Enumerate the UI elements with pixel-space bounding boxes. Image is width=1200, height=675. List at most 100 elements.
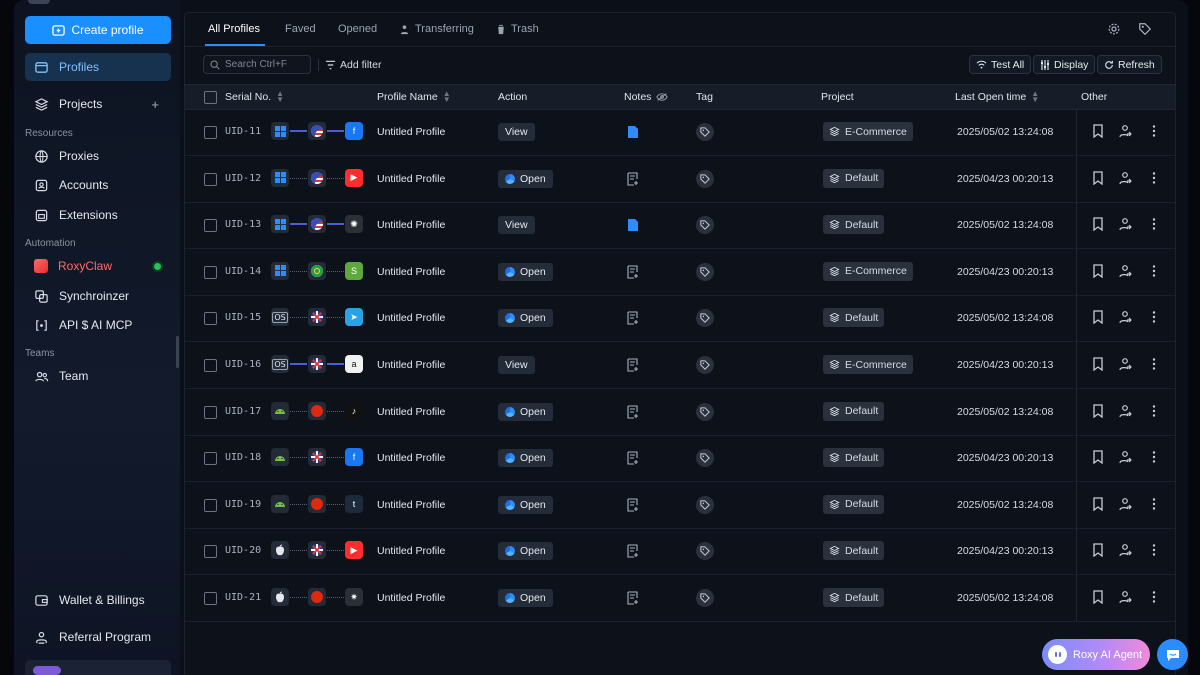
open-button[interactable]: Open: [498, 169, 553, 188]
add-note-icon[interactable]: [627, 265, 639, 279]
bookmark-icon[interactable]: [1091, 357, 1105, 371]
add-note-icon[interactable]: [627, 451, 639, 465]
table-row[interactable]: UID-12 ▶ Untitled Profile Open Default 2025/0…: [185, 155, 1175, 203]
column-last-open[interactable]: Last Open time ▲ ▼: [955, 90, 1039, 104]
open-button[interactable]: Open: [498, 589, 553, 607]
row-checkbox[interactable]: [204, 592, 217, 605]
tag-icon[interactable]: [696, 309, 714, 328]
project-badge[interactable]: E-Commerce: [823, 122, 913, 141]
sidebar-item-roxyclaw[interactable]: RoxyClaw: [25, 252, 171, 280]
note-filled-icon[interactable]: [627, 125, 639, 139]
bookmark-icon[interactable]: [1091, 403, 1105, 418]
transfer-user-icon[interactable]: [1119, 497, 1133, 511]
select-all-checkbox[interactable]: [204, 91, 217, 104]
open-button[interactable]: Open: [498, 262, 553, 281]
add-project-icon[interactable]: +: [151, 97, 159, 112]
profile-name[interactable]: Untitled Profile: [377, 126, 445, 138]
tag-icon[interactable]: [696, 449, 714, 468]
more-options-icon[interactable]: [1147, 590, 1161, 604]
profile-name[interactable]: Untitled Profile: [377, 545, 445, 557]
project-badge[interactable]: E-Commerce: [823, 261, 913, 281]
transfer-user-icon[interactable]: [1119, 543, 1133, 557]
tab-trash[interactable]: Trash: [496, 23, 539, 35]
transfer-user-icon[interactable]: [1119, 264, 1133, 278]
row-checkbox[interactable]: [204, 545, 217, 559]
transfer-user-icon[interactable]: [1119, 357, 1133, 371]
tab-faved[interactable]: Faved: [285, 23, 316, 35]
sidebar-item-referral[interactable]: Referral Program: [25, 623, 171, 651]
transfer-user-icon[interactable]: [1119, 171, 1133, 185]
table-row[interactable]: UID-21 ✷ Untitled Profile Open Default 2025/0…: [185, 575, 1175, 622]
add-note-icon[interactable]: [627, 172, 639, 186]
sidebar-item-api[interactable]: API $ AI MCP: [25, 311, 171, 339]
bookmark-icon[interactable]: [1091, 310, 1105, 325]
tag-icon[interactable]: [696, 169, 714, 188]
more-options-icon[interactable]: [1147, 264, 1161, 278]
tab-opened[interactable]: Opened: [338, 23, 377, 35]
tab-all-profiles[interactable]: All Profiles: [208, 23, 260, 35]
project-badge[interactable]: Default: [823, 308, 885, 328]
bookmark-icon[interactable]: [1091, 543, 1105, 558]
transfer-user-icon[interactable]: [1119, 124, 1133, 138]
more-options-icon[interactable]: [1147, 310, 1161, 324]
search-input[interactable]: Search Ctrl+F: [203, 55, 311, 74]
project-badge[interactable]: E-Commerce: [823, 355, 913, 374]
tab-transferring[interactable]: Transferring: [399, 23, 474, 35]
sidebar-item-projects[interactable]: Projects +: [25, 90, 171, 118]
open-button[interactable]: Open: [498, 449, 553, 468]
transfer-user-icon[interactable]: [1119, 404, 1133, 418]
open-button[interactable]: Open: [498, 309, 553, 328]
create-profile-button[interactable]: Create profile: [25, 16, 171, 44]
profile-name[interactable]: Untitled Profile: [377, 406, 445, 418]
chat-support-button[interactable]: [1157, 639, 1188, 670]
sidebar-item-profiles[interactable]: Profiles: [25, 53, 171, 81]
tag-settings-icon[interactable]: [1138, 22, 1152, 36]
tag-icon[interactable]: [696, 356, 714, 374]
sort-icon[interactable]: ▲ ▼: [443, 90, 451, 104]
sort-icon[interactable]: ▲ ▼: [1031, 90, 1039, 104]
tag-icon[interactable]: [696, 216, 714, 235]
project-badge[interactable]: Default: [823, 448, 885, 468]
bookmark-icon[interactable]: [1091, 124, 1105, 138]
more-options-icon[interactable]: [1147, 171, 1161, 185]
table-row[interactable]: UID-16 OS a Untitled Profile View E-Commerce 2…: [185, 342, 1175, 389]
sort-icon[interactable]: ▲ ▼: [276, 90, 284, 104]
sidebar-scrollbar[interactable]: [176, 336, 179, 368]
more-options-icon[interactable]: [1147, 124, 1161, 138]
sidebar-item-proxies[interactable]: Proxies: [25, 142, 171, 170]
table-row[interactable]: UID-18 f Untitled Profile Open Default 2025/0…: [185, 435, 1175, 483]
row-checkbox[interactable]: [204, 405, 217, 419]
project-badge[interactable]: Default: [823, 168, 885, 188]
column-serial[interactable]: Serial No. ▲ ▼: [225, 90, 284, 104]
profile-name[interactable]: Untitled Profile: [377, 173, 445, 185]
open-button[interactable]: Open: [498, 402, 553, 421]
profile-name[interactable]: Untitled Profile: [377, 359, 445, 371]
more-options-icon[interactable]: [1147, 357, 1161, 371]
profile-name[interactable]: Untitled Profile: [377, 219, 445, 231]
sidebar-item-team[interactable]: Team: [25, 362, 171, 390]
roxy-ai-agent-button[interactable]: Roxy AI Agent: [1042, 639, 1150, 670]
project-badge[interactable]: Default: [823, 541, 885, 561]
profile-name[interactable]: Untitled Profile: [377, 266, 445, 278]
profile-name[interactable]: Untitled Profile: [377, 452, 445, 464]
more-options-icon[interactable]: [1147, 450, 1161, 464]
row-checkbox[interactable]: [204, 452, 217, 466]
sidebar-item-accounts[interactable]: Accounts: [25, 171, 171, 199]
row-checkbox[interactable]: [204, 219, 217, 233]
view-button[interactable]: View: [498, 123, 535, 141]
open-button[interactable]: Open: [498, 495, 553, 514]
tag-icon[interactable]: [696, 402, 714, 421]
table-row[interactable]: UID-20 ▶ Untitled Profile Open Default 2025/0…: [185, 528, 1175, 576]
row-checkbox[interactable]: [204, 359, 217, 372]
project-badge[interactable]: Default: [823, 494, 885, 514]
more-options-icon[interactable]: [1147, 543, 1161, 557]
table-row[interactable]: UID-14 S Untitled Profile Open E-Commerce 202…: [185, 248, 1175, 296]
more-options-icon[interactable]: [1147, 497, 1161, 511]
add-note-icon[interactable]: [627, 498, 639, 512]
eye-off-icon[interactable]: [656, 92, 669, 102]
tag-icon[interactable]: [696, 542, 714, 561]
bookmark-icon[interactable]: [1091, 590, 1105, 604]
plan-badge[interactable]: [25, 660, 171, 675]
row-checkbox[interactable]: [204, 172, 217, 186]
tag-icon[interactable]: [696, 495, 714, 514]
